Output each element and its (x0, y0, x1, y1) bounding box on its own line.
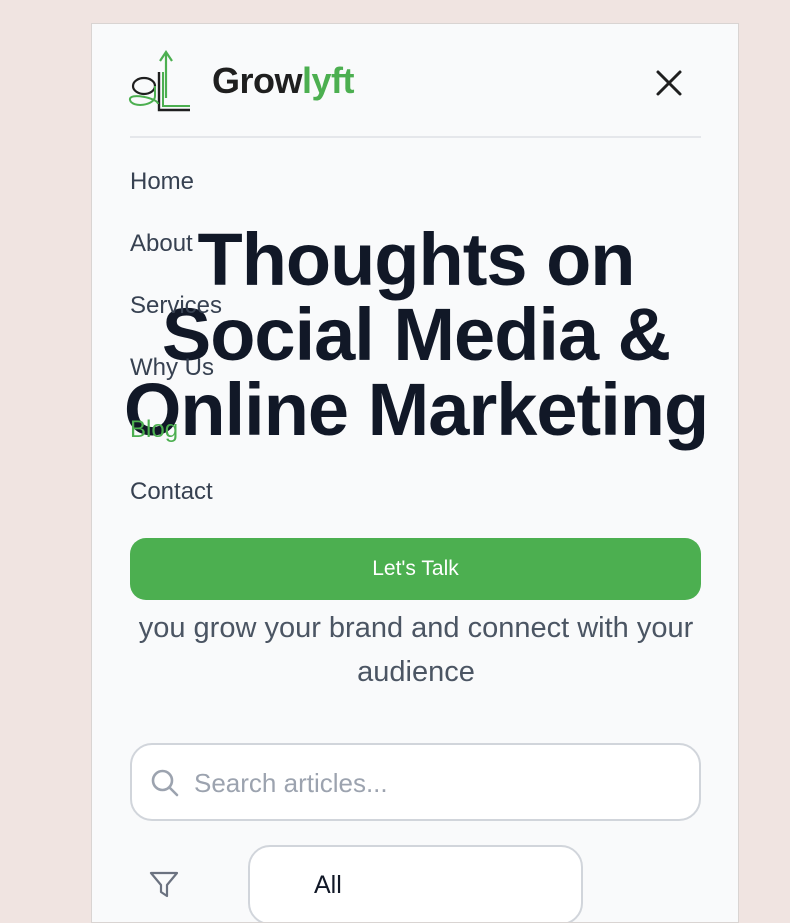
category-filter-select[interactable]: All (248, 845, 583, 922)
category-filter-value: All (314, 871, 342, 899)
search-box (130, 743, 701, 821)
nav-item-about[interactable]: About (130, 226, 222, 288)
growlyft-logo-icon[interactable] (128, 48, 194, 114)
brand-name[interactable]: Growlyft (212, 60, 355, 102)
search-icon (151, 769, 179, 797)
mobile-nav-menu: Home About Services Why Us Blog Contact (130, 164, 222, 536)
nav-item-home[interactable]: Home (130, 164, 222, 226)
nav-item-services[interactable]: Services (130, 288, 222, 350)
close-menu-button[interactable] (652, 66, 686, 100)
hero-subtitle: you grow your brand and connect with you… (138, 612, 694, 688)
nav-item-why-us[interactable]: Why Us (130, 350, 222, 412)
nav-item-blog[interactable]: Blog (130, 412, 222, 474)
mobile-page: Growlyft Thoughts on Social Media & Onli… (91, 23, 739, 923)
brand-name-main: Grow (212, 60, 303, 101)
brand-name-accent: lyft (302, 60, 355, 101)
lets-talk-button[interactable]: Let's Talk (130, 538, 701, 600)
search-input[interactable] (194, 761, 674, 805)
close-icon (656, 70, 682, 96)
nav-item-contact[interactable]: Contact (130, 474, 222, 536)
filter-icon[interactable] (148, 869, 180, 901)
header-divider (130, 136, 701, 138)
